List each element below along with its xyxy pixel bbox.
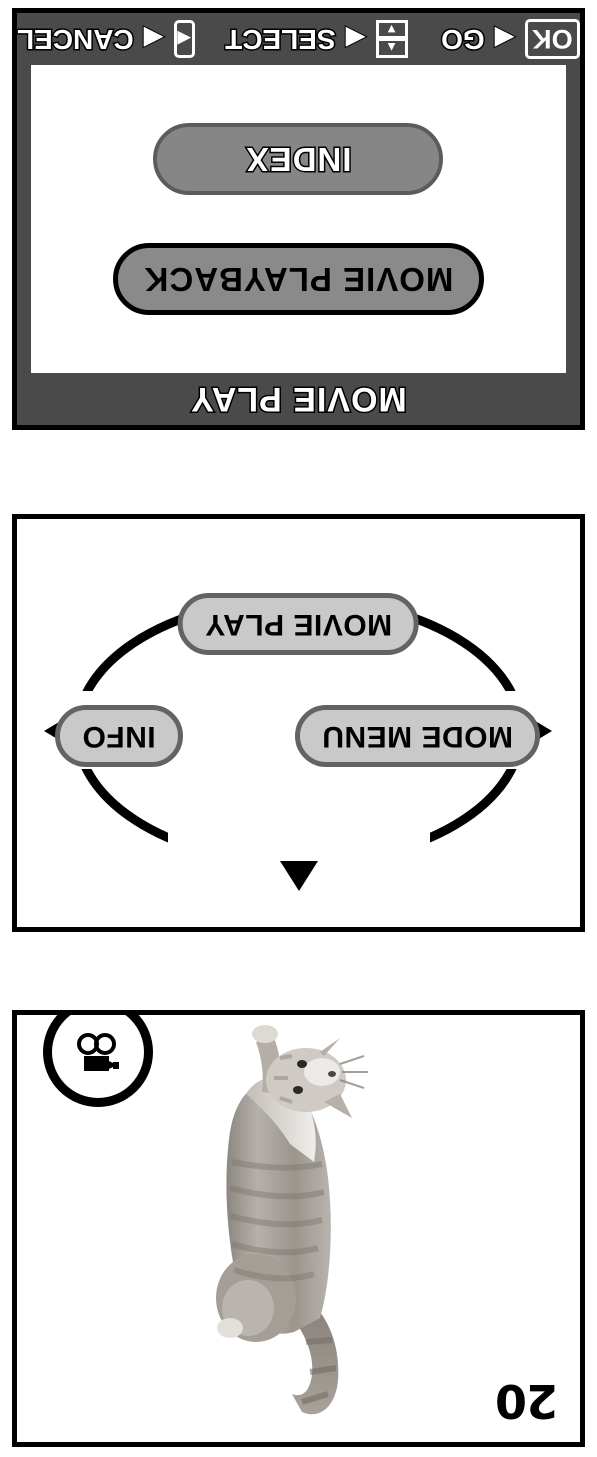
cycle-button-movie-play[interactable]: MOVIE PLAY	[177, 593, 420, 655]
movie-camera-glyph	[77, 1033, 119, 1071]
menu-title-bar: MOVIE PLAY	[17, 373, 580, 425]
menu-item-label: MOVIE PLAYBACK	[143, 261, 454, 298]
movie-playback-frame-panel: 20	[12, 1010, 585, 1447]
updown-arrows-icon[interactable]: ▲ ▼	[375, 18, 408, 60]
cycle-button-label: MODE MENU	[321, 720, 513, 753]
up-arrow-icon: ▲	[375, 39, 408, 58]
menu-guide-bar: OK ◀ GO ▲ ▼ ◀ SELECT ◀ ◀ CANCEL	[16, 13, 580, 65]
cycle-diagram: MODE MENU INFO MOVIE PLAY	[17, 519, 580, 927]
playback-image-area: 20	[17, 1015, 580, 1442]
cycle-button-label: INFO	[82, 720, 156, 753]
frame-number: 20	[495, 1374, 558, 1428]
menu-rotated-container: MOVIE PLAY MOVIE PLAYBACK INDEX OK ◀ GO	[16, 13, 580, 425]
cycle-button-info[interactable]: INFO	[55, 705, 183, 767]
movie-play-menu-panel: MOVIE PLAY MOVIE PLAYBACK INDEX OK ◀ GO	[12, 8, 585, 430]
cancel-arrow-icon: ◀	[143, 23, 165, 55]
page-title: MOVIE PLAY	[189, 379, 409, 420]
cycle-rotated-container: MODE MENU INFO MOVIE PLAY	[17, 519, 580, 927]
menu-item-movie-playback[interactable]: MOVIE PLAYBACK	[112, 243, 485, 315]
go-arrow-icon: ◀	[494, 23, 516, 55]
select-label: SELECT	[224, 23, 337, 57]
left-glyph: ◀	[177, 29, 192, 50]
ok-key-icon[interactable]: OK	[524, 19, 580, 59]
select-arrow-icon: ◀	[345, 23, 367, 55]
menu-item-index[interactable]: INDEX	[153, 123, 444, 195]
lcd-chrome: MOVIE PLAY MOVIE PLAYBACK INDEX OK ◀ GO	[16, 13, 580, 425]
menu-item-label: INDEX	[244, 140, 353, 180]
frame-rotated-container: 20	[17, 1015, 580, 1442]
down-glyph: ▼	[385, 22, 399, 37]
ok-key-label: OK	[532, 24, 573, 55]
down-arrow-icon: ▼	[375, 20, 408, 39]
cat-photo	[216, 1025, 369, 1415]
left-arrow-key-icon[interactable]: ◀	[173, 20, 195, 58]
cycle-button-mode-menu[interactable]: MODE MENU	[294, 705, 540, 767]
up-glyph: ▲	[385, 40, 399, 56]
go-label: GO	[440, 23, 487, 57]
menu-screen-area: MOVIE PLAYBACK INDEX	[31, 65, 566, 373]
mode-cycle-panel: MODE MENU INFO MOVIE PLAY	[12, 514, 585, 932]
cancel-label: CANCEL	[16, 23, 136, 57]
movie-camera-icon	[43, 1015, 153, 1107]
cycle-button-label: MOVIE PLAY	[204, 608, 393, 641]
